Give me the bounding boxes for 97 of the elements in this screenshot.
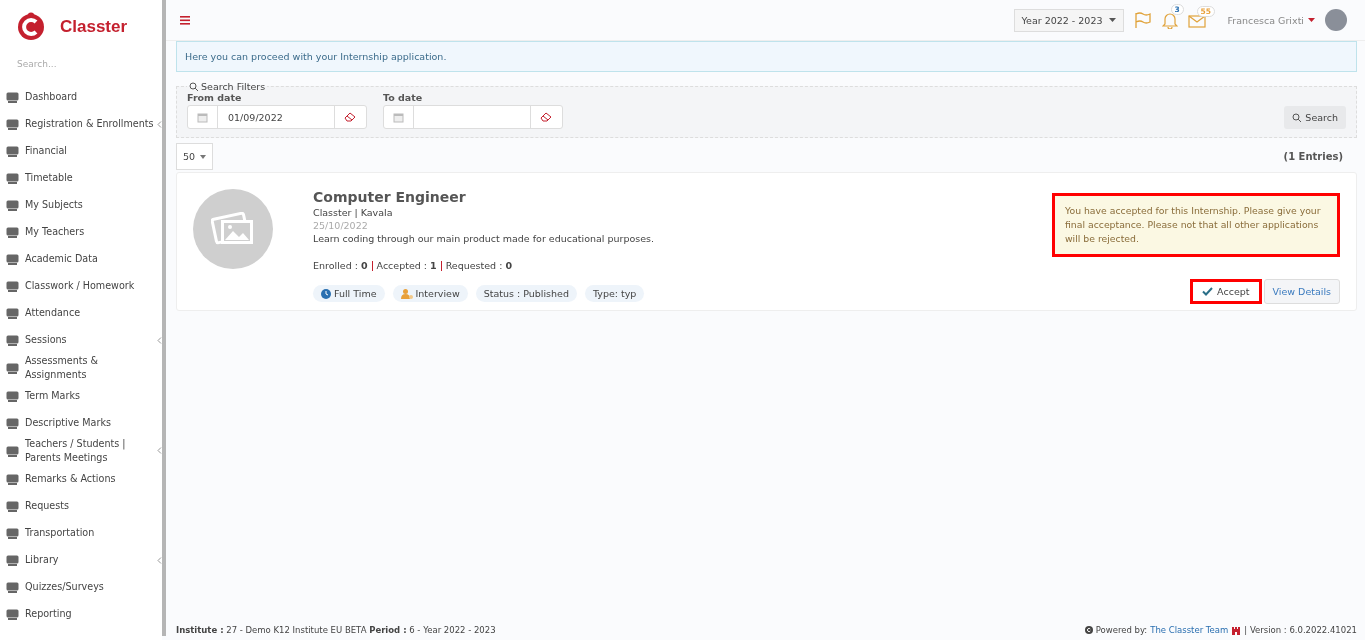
chevron-left-icon	[157, 557, 162, 564]
menu-item[interactable]: Classwork / Homework	[0, 273, 162, 299]
caret-icon	[1108, 18, 1116, 22]
menu-item-icon	[6, 390, 19, 402]
menu-item-icon	[6, 199, 19, 211]
menu-item-icon	[6, 445, 19, 457]
view-details-button[interactable]: View Details	[1263, 279, 1340, 304]
menu-item-icon	[6, 145, 19, 157]
field-label: To date	[383, 92, 424, 103]
powered-by: Powered by:	[1095, 625, 1148, 635]
menu-item[interactable]: Academic Data	[0, 246, 162, 272]
internship-description: Learn coding through our main product made for educational purposes.	[313, 233, 654, 244]
brand-name: Classter	[60, 17, 128, 37]
sidebar-scrollbar[interactable]	[162, 0, 166, 636]
menu-item[interactable]: Remarks & Actions	[0, 466, 162, 492]
menu-item-icon	[6, 253, 19, 265]
calendar-icon	[197, 111, 208, 123]
menu-item-icon	[6, 473, 19, 485]
envelope-icon[interactable]	[1187, 13, 1206, 28]
menu-item[interactable]: Dashboard	[0, 84, 162, 110]
menu-item[interactable]: Descriptive Marks	[0, 410, 162, 436]
year-dropdown[interactable]: Year 2022 - 2023	[1013, 8, 1124, 32]
tag: Type: typ	[584, 285, 645, 302]
avatar[interactable]	[1325, 9, 1347, 31]
filters-legend: Search Filters	[187, 81, 268, 92]
menu-item-icon	[6, 581, 19, 593]
check-icon	[1202, 287, 1214, 296]
menu-item-icon	[6, 527, 19, 539]
stat-text: Requested : 0	[445, 260, 513, 271]
menu-item-icon	[6, 307, 19, 319]
internship-date: 25/10/2022	[313, 220, 369, 231]
search-icon	[1292, 112, 1303, 123]
menu-item-icon	[6, 118, 19, 130]
info-message: Here you can proceed with your Internship application.	[176, 41, 1357, 72]
menu-item-icon	[6, 226, 19, 238]
caret-icon	[1308, 18, 1315, 22]
menu-item[interactable]: My Subjects	[0, 192, 162, 218]
flag-icon[interactable]	[1133, 11, 1152, 29]
menu-item[interactable]: Assessments & Assignments	[0, 354, 162, 382]
menu-icon[interactable]	[180, 15, 190, 25]
accept-button[interactable]: Accept	[1190, 279, 1262, 304]
menu-item-icon	[6, 417, 19, 429]
menu-item[interactable]: Reporting	[0, 601, 162, 627]
chevron-left-icon	[157, 447, 162, 454]
menu-item-icon	[6, 172, 19, 184]
menu-item-icon	[6, 554, 19, 566]
menu-item-icon	[6, 608, 19, 620]
search-icon	[189, 81, 199, 92]
field-label: From date	[187, 92, 243, 103]
eraser-icon[interactable]	[540, 112, 552, 122]
tag: Full Time	[313, 285, 385, 302]
menu-item[interactable]: Teachers / Students | Parents Meetings	[0, 437, 162, 465]
menu-item-icon	[6, 280, 19, 292]
entries-count: (1 Entries)	[1283, 151, 1343, 162]
company-location: Classter | Kavala	[313, 207, 394, 218]
bell-icon[interactable]	[1161, 11, 1178, 29]
search-button[interactable]: Search	[1284, 106, 1346, 129]
menu-item-icon	[6, 91, 19, 103]
person-icon	[400, 288, 413, 299]
version-text: | Version : 6.0.2022.41021	[1244, 625, 1357, 635]
caret-icon	[200, 154, 207, 159]
menu-item-icon	[6, 334, 19, 346]
menu-item[interactable]: Timetable	[0, 165, 162, 191]
date-field[interactable]: 01/09/2022	[187, 105, 367, 129]
menu-item[interactable]: Sessions	[0, 327, 162, 353]
menu-item[interactable]: Attendance	[0, 300, 162, 326]
menu-item-icon	[6, 362, 19, 374]
acceptance-notice: You have accepted for this Internship. Please give your final acceptance. Please not that all other applications will be rejected.	[1052, 193, 1340, 257]
tag: Status : Published	[475, 285, 577, 302]
menu-item[interactable]: Library	[0, 547, 162, 573]
menu-item[interactable]: Registration & Enrollments	[0, 111, 162, 137]
internship-title: Computer Engineer	[313, 189, 467, 205]
menu-item-icon	[6, 500, 19, 512]
calendar-icon	[393, 111, 404, 123]
castle-icon	[1231, 625, 1242, 635]
tag: Interview	[392, 285, 468, 302]
page-size-dropdown[interactable]: 50	[176, 143, 214, 170]
search-field[interactable]: Search...	[15, 58, 149, 70]
menu-item[interactable]: Requests	[0, 493, 162, 519]
menu-item[interactable]: My Teachers	[0, 219, 162, 245]
menu-item[interactable]: Term Marks	[0, 383, 162, 409]
team-link[interactable]: The Classter Team	[1150, 625, 1229, 635]
institute-info: Institute : 27 - Demo K12 Institute EU BETA Period : 6 - Year 2022 - 2023	[176, 625, 496, 635]
eraser-icon[interactable]	[344, 112, 356, 122]
stat-text: Accepted : 1	[376, 260, 437, 271]
chevron-left-icon	[157, 121, 162, 128]
user-menu[interactable]: Francesca Grixti	[1227, 14, 1315, 26]
menu-item[interactable]: Transportation	[0, 520, 162, 546]
clock-icon	[321, 288, 331, 299]
menu-item[interactable]: Financial	[0, 138, 162, 164]
date-field[interactable]	[383, 105, 563, 129]
menu-item[interactable]: Quizzes/Surveys	[0, 574, 162, 600]
stat-text: Enrolled : 0	[313, 260, 368, 271]
image-icon	[211, 212, 255, 246]
logo-icon	[16, 12, 46, 42]
copyright-icon	[1084, 626, 1093, 634]
chevron-left-icon	[157, 337, 162, 344]
